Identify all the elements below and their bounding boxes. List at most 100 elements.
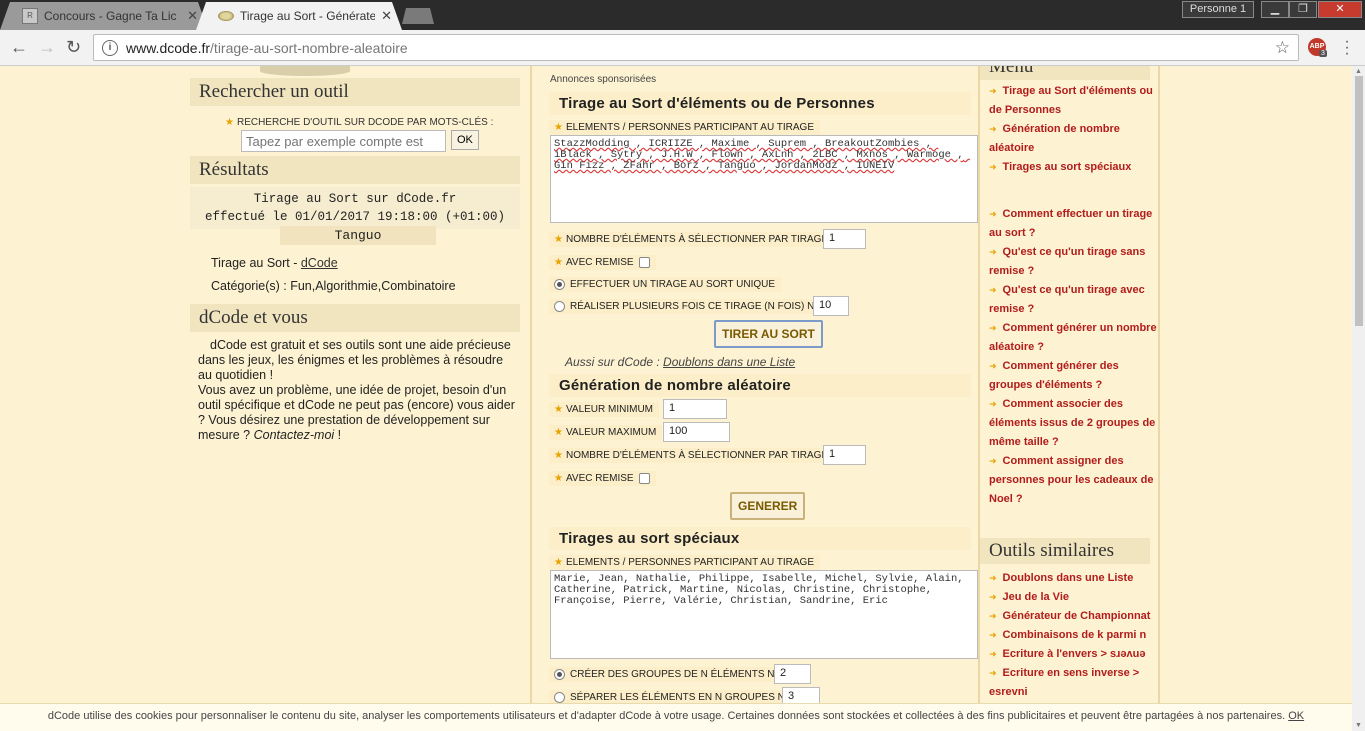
- groups-radio[interactable]: [554, 669, 565, 680]
- similar-tool-label: Ecriture à l'envers > sɹǝʌuǝ: [1002, 648, 1146, 660]
- random-replace-label-text: AVEC REMISE: [565, 473, 634, 485]
- min-label: ★ VALEUR MINIMUM: [549, 402, 660, 417]
- similar-tool-item[interactable]: ➜ Doublons dans une Liste: [989, 569, 1157, 588]
- multi-draw-radio[interactable]: [554, 301, 565, 312]
- browser-tab-dcode[interactable]: Tirage au Sort - Générate ✕: [196, 2, 402, 30]
- right-sidebar: Menu ➜ Tirage au Sort d'éléments ou de Pe…: [980, 66, 1160, 731]
- close-tab-icon[interactable]: ✕: [187, 8, 198, 24]
- also-link[interactable]: Doublons dans une Liste: [663, 355, 795, 369]
- faq-item[interactable]: ➜ Comment associer des éléments issus de …: [989, 395, 1157, 452]
- groups-input[interactable]: 2: [774, 664, 811, 684]
- tab-title: Tirage au Sort - Générate: [240, 9, 376, 23]
- random-count-label-text: NOMBRE D'ÉLÉMENTS À SÉLECTIONNER PAR TIR…: [565, 450, 829, 461]
- search-input[interactable]: [241, 130, 446, 152]
- menu-item[interactable]: ➜ Tirages au sort spéciaux: [989, 158, 1157, 177]
- back-arrow-icon[interactable]: ←: [10, 38, 28, 56]
- special-elements-label: ★ ELEMENTS / PERSONNES PARTICIPANT AU TIR…: [549, 555, 820, 570]
- similar-tool-item[interactable]: ➜ Générateur de Championnat: [989, 607, 1157, 626]
- faq-item[interactable]: ➜ Qu'est ce qu'un tirage sans remise ?: [989, 243, 1157, 281]
- similar-tool-item[interactable]: ➜ Combinaisons de k parmi n: [989, 626, 1157, 645]
- scroll-up-icon[interactable]: ▲: [1355, 68, 1362, 75]
- site-favicon-icon: R: [22, 8, 38, 24]
- min-input[interactable]: 1: [663, 399, 727, 419]
- cookie-text: dCode utilise des cookies pour personnal…: [47, 710, 1289, 722]
- max-input[interactable]: 100: [663, 422, 730, 442]
- dcode-you-paragraph-1: dCode est gratuit et ses outils sont une…: [198, 338, 511, 382]
- menu-item[interactable]: ➜ Génération de nombre aléatoire: [989, 120, 1157, 158]
- faq-item[interactable]: ➜ Comment générer un nombre aléatoire ?: [989, 319, 1157, 357]
- faq-item[interactable]: ➜ Comment assigner des personnes pour les…: [989, 452, 1157, 509]
- scrollbar-thumb[interactable]: [1355, 76, 1363, 326]
- random-replace-checkbox[interactable]: [638, 473, 650, 484]
- multi-draw-input[interactable]: 10: [813, 296, 849, 316]
- page-content: Rechercher un outil ★ RECHERCHE D'OUTIL S…: [0, 66, 1352, 731]
- single-draw-radio[interactable]: [554, 279, 565, 290]
- faq-item[interactable]: ➜ Comment effectuer un tirage au sort ?: [989, 205, 1157, 243]
- dcode-you-paragraph-2: Vous avez un problème, une idée de proje…: [198, 383, 520, 443]
- arrow-icon: ➜: [989, 573, 997, 583]
- result-source: Tirage au Sort - dCode: [211, 256, 338, 270]
- maximize-icon[interactable]: ❐: [1289, 1, 1317, 18]
- count-label-text: NOMBRE D'ÉLÉMENTS À SÉLECTIONNER PAR TIR…: [565, 234, 829, 245]
- similar-tool-label: Ecriture en sens inverse > esrevni: [989, 667, 1140, 698]
- arrow-icon: ➜: [989, 323, 997, 333]
- result-line-1: Tirage au Sort sur dCode.fr: [253, 192, 457, 206]
- random-replace-label: ★ AVEC REMISE: [549, 471, 656, 487]
- address-bar[interactable]: i www.dcode.fr/tirage-au-sort-nombre-ale…: [93, 34, 1299, 61]
- elements-textarea[interactable]: StazzModding , ICRIIZE , Maxime , Suprem…: [550, 135, 978, 223]
- scroll-down-icon[interactable]: ▼: [1355, 722, 1362, 729]
- minimize-icon[interactable]: ▁: [1261, 1, 1289, 18]
- tab-title: Concours - Gagne Ta Lic: [44, 9, 177, 23]
- menu-item[interactable]: ➜ Tirage au Sort d'éléments ou de Personn…: [989, 82, 1157, 120]
- star-icon: ★: [554, 404, 563, 415]
- profile-button[interactable]: Personne 1: [1182, 1, 1254, 18]
- dcode-favicon-icon: [218, 11, 234, 21]
- bookmark-star-icon[interactable]: ☆: [1275, 38, 1290, 58]
- elements-label: ★ ELEMENTS / PERSONNES PARTICIPANT AU TIR…: [549, 120, 820, 135]
- search-ok-button[interactable]: OK: [451, 130, 479, 150]
- browser-menu-icon[interactable]: · · ·: [1344, 34, 1350, 62]
- special-section-title: Tirages au sort spéciaux: [549, 527, 971, 550]
- dcode-you-text: dCode est gratuit et ses outils sont une…: [198, 338, 520, 443]
- replace-label: ★ AVEC REMISE: [549, 255, 656, 271]
- page-scrollbar[interactable]: ▲ ▼: [1352, 66, 1365, 731]
- info-icon[interactable]: i: [102, 39, 118, 56]
- random-count-input[interactable]: 1: [823, 445, 866, 465]
- reload-icon[interactable]: ↻: [66, 38, 81, 56]
- window-close-icon[interactable]: ✕: [1318, 1, 1362, 18]
- forward-arrow-icon[interactable]: →: [38, 38, 56, 56]
- cookie-ok-link[interactable]: OK: [1288, 710, 1304, 722]
- similar-tool-item[interactable]: ➜ Ecriture à l'envers > sɹǝʌuǝ: [989, 645, 1157, 664]
- faq-item[interactable]: ➜ Qu'est ce qu'un tirage avec remise ?: [989, 281, 1157, 319]
- menu-item-label: Tirage au Sort d'éléments ou de Personne…: [989, 85, 1153, 116]
- replace-checkbox[interactable]: [638, 257, 650, 268]
- similar-tool-label: Générateur de Championnat: [1002, 610, 1151, 622]
- contact-link[interactable]: Contactez-moi: [254, 428, 335, 442]
- close-tab-icon[interactable]: ✕: [381, 8, 392, 24]
- count-input[interactable]: 1: [823, 229, 866, 249]
- arrow-icon: ➜: [989, 592, 997, 602]
- menu-item-label: Génération de nombre aléatoire: [989, 123, 1120, 154]
- special-elements-textarea[interactable]: Marie, Jean, Nathalie, Philippe, Isabell…: [550, 570, 978, 659]
- generate-button[interactable]: GENERER: [730, 492, 806, 520]
- menu-item-label: Tirages au sort spéciaux: [1002, 161, 1132, 173]
- star-icon: ★: [554, 427, 563, 438]
- faq-item-label: Comment générer des groupes d'éléments ?: [989, 360, 1119, 391]
- new-tab-button[interactable]: [402, 8, 434, 24]
- draw-button[interactable]: TIRER AU SORT: [714, 320, 823, 348]
- similar-tool-item[interactable]: ➜ Jeu de la Vie: [989, 588, 1157, 607]
- search-label: RECHERCHE D'OUTIL SUR DCODE PAR MOTS-CLÉ…: [236, 117, 494, 128]
- similar-tool-label: Combinaisons de k parmi n: [1002, 629, 1147, 641]
- similar-tool-item[interactable]: ➜ Ecriture en sens inverse > esrevni: [989, 664, 1157, 702]
- browser-tab-concours[interactable]: R Concours - Gagne Ta Lic ✕: [0, 2, 208, 30]
- similar-tool-label: Jeu de la Vie: [1002, 591, 1069, 603]
- result-source-link[interactable]: dCode: [301, 256, 338, 270]
- result-box: Tirage au Sort sur dCode.fr effectué le …: [190, 187, 520, 229]
- replace-label-text: AVEC REMISE: [565, 257, 634, 269]
- dcode-you-end: !: [334, 428, 342, 442]
- faq-item[interactable]: ➜ Comment générer des groupes d'éléments …: [989, 357, 1157, 395]
- arrow-icon: ➜: [989, 86, 997, 96]
- arrow-icon: ➜: [989, 361, 997, 371]
- result-source-prefix: Tirage au Sort -: [211, 256, 301, 270]
- split-radio[interactable]: [554, 692, 565, 703]
